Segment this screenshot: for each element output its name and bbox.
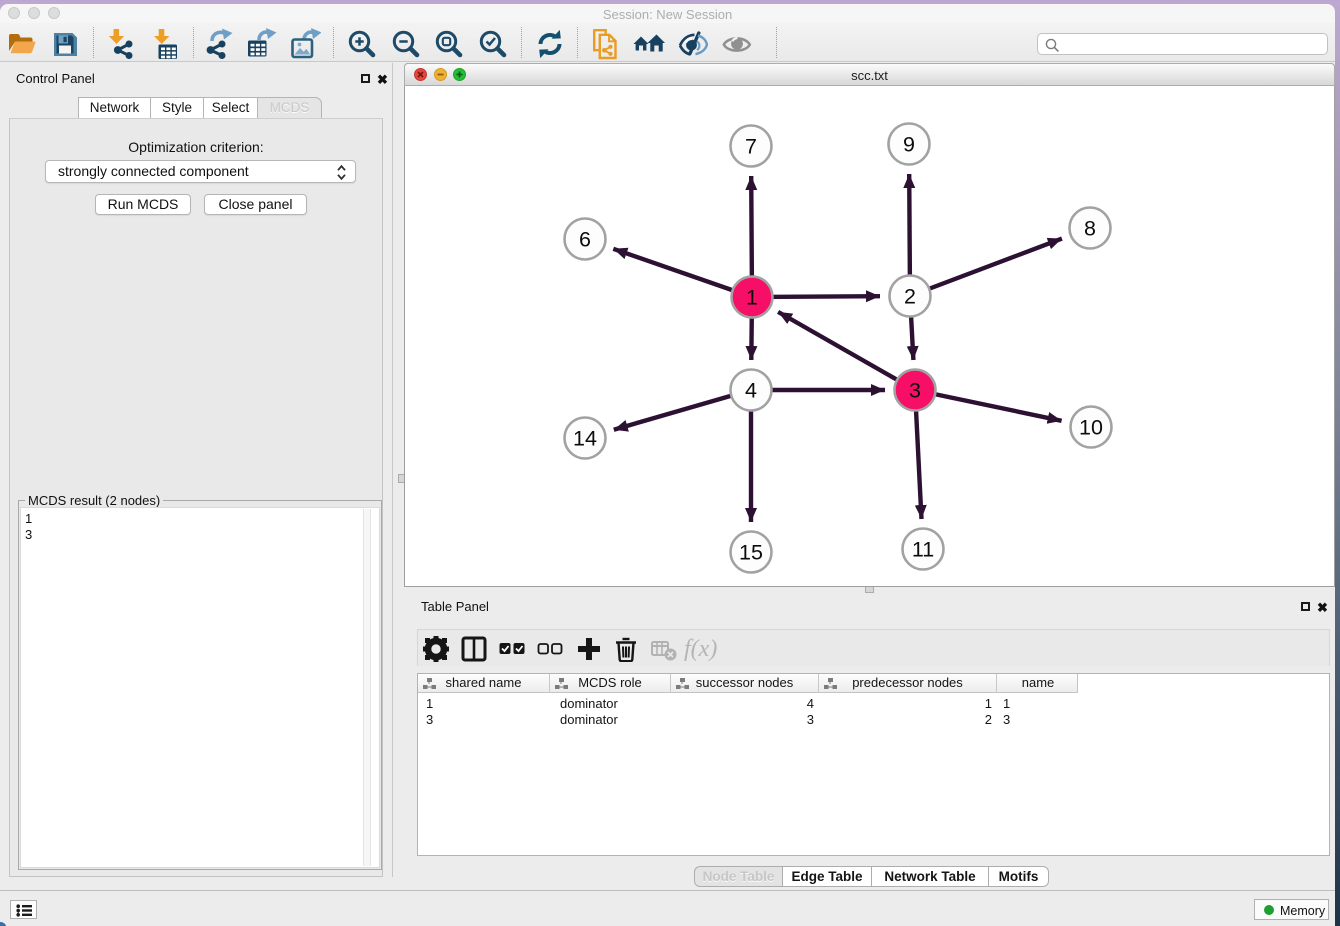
svg-text:9: 9 xyxy=(903,133,915,157)
svg-text:4: 4 xyxy=(745,379,757,403)
svg-text:11: 11 xyxy=(912,538,934,562)
svg-text:1: 1 xyxy=(746,286,758,310)
svg-text:7: 7 xyxy=(745,135,757,159)
svg-text:2: 2 xyxy=(904,285,916,309)
svg-text:10: 10 xyxy=(1079,416,1103,440)
svg-text:15: 15 xyxy=(739,541,763,565)
svg-text:6: 6 xyxy=(579,228,591,252)
svg-text:14: 14 xyxy=(573,427,597,451)
svg-text:3: 3 xyxy=(909,379,921,403)
svg-text:8: 8 xyxy=(1084,217,1096,241)
